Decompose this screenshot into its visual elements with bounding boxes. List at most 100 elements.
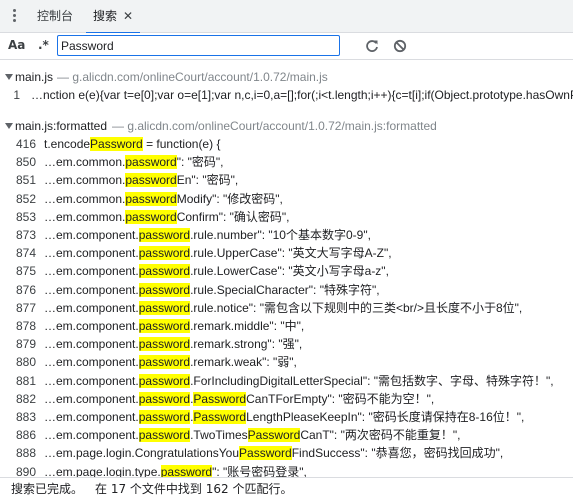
- match-code: t.encodePassword = function(e) {: [44, 135, 220, 153]
- result-match-row[interactable]: 886 …em.component.password.TwoTimesPasswo…: [0, 426, 573, 444]
- line-number: 876: [15, 282, 36, 297]
- line-number: 877: [15, 300, 36, 315]
- code-segment: …em.common.: [44, 155, 126, 170]
- line-number: 850: [15, 155, 36, 170]
- code-segment: …em.common.: [44, 191, 126, 206]
- result-match-row[interactable]: 883 …em.component.password.PasswordLength…: [0, 408, 573, 426]
- match-highlight: password: [138, 373, 191, 388]
- match-highlight: password: [138, 228, 191, 242]
- code-segment: …em.page.login.type.: [44, 464, 161, 477]
- line-number: 875: [15, 264, 36, 279]
- line-number: 416: [15, 137, 36, 151]
- result-match-row[interactable]: 851 …em.common.passwordEn": "密码",: [0, 171, 573, 189]
- code-segment: Modify": "修改密码",: [176, 191, 283, 206]
- match-highlight: Password: [193, 391, 247, 406]
- result-match-row[interactable]: 853 …em.common.passwordConfirm": "确认密码",: [0, 208, 573, 226]
- result-match-row[interactable]: 416 t.encodePassword = function(e) {: [0, 135, 573, 153]
- close-icon[interactable]: ✕: [123, 0, 133, 33]
- match-highlight: password: [125, 155, 177, 170]
- code-segment: Confirm": "确认密码",: [176, 209, 290, 224]
- result-match-row[interactable]: 888 …em.page.login.CongratulationsYouPass…: [0, 444, 573, 462]
- code-segment: …em.component.: [44, 373, 139, 388]
- line-number: 1: [13, 88, 20, 102]
- result-match-row[interactable]: 882 …em.component.password.PasswordCanTFo…: [0, 390, 573, 408]
- match-code: …em.component.password.PasswordCanTForEm…: [44, 390, 434, 408]
- expand-triangle-icon[interactable]: [5, 74, 13, 80]
- result-match-row[interactable]: 873 …em.component.password.rule.number": …: [0, 226, 573, 244]
- code-segment: .TwoTimes: [190, 428, 248, 443]
- match-highlight: password: [138, 391, 191, 406]
- match-code: …em.component.password.rule.number": "10…: [44, 226, 371, 244]
- line-number: 851: [15, 173, 36, 188]
- code-segment: .remark.strong": "强",: [190, 337, 303, 352]
- line-number: 873: [15, 228, 36, 242]
- code-segment: …em.component.: [44, 228, 139, 242]
- match-code: …em.component.password.remark.strong": "…: [44, 335, 302, 353]
- result-file-path: — g.alicdn.com/onlineCourt/account/1.0.7…: [57, 70, 328, 84]
- match-code: …em.component.password.remark.middle": "…: [44, 317, 304, 335]
- code-segment: CanTForEmpty": "密码不能为空！",: [246, 391, 435, 406]
- line-number: 853: [15, 209, 36, 224]
- match-highlight: password: [138, 410, 191, 424]
- clear-icon[interactable]: [391, 37, 409, 55]
- match-case-toggle[interactable]: Aa: [8, 38, 25, 52]
- result-file-name: main.js: [15, 70, 54, 84]
- search-input[interactable]: [57, 35, 340, 56]
- tab-search-label: 搜索: [93, 9, 118, 23]
- code-segment: …em.page.login.CongratulationsYou: [44, 446, 240, 461]
- match-highlight: password: [138, 246, 191, 261]
- line-number: 890: [15, 464, 36, 477]
- result-match-row[interactable]: 879 …em.component.password.remark.strong"…: [0, 335, 573, 353]
- code-segment: …em.component.: [44, 428, 139, 443]
- result-match-row[interactable]: 881 …em.component.password.ForIncludingDi…: [0, 372, 573, 390]
- kebab-menu-icon[interactable]: [6, 7, 22, 25]
- status-summary: 在 17 个文件中找到 162 个匹配行。: [95, 482, 293, 496]
- match-code: …em.component.password.rule.notice": "需包…: [44, 299, 522, 317]
- match-code: …em.component.password.TwoTimesPasswordC…: [44, 426, 460, 444]
- match-highlight: Password: [239, 446, 292, 461]
- code-segment: .remark.middle": "中",: [190, 319, 305, 333]
- tab-console[interactable]: 控制台: [37, 0, 73, 33]
- result-match-row[interactable]: 850 …em.common.password": "密码",: [0, 153, 573, 171]
- match-code: …em.component.password.rule.SpecialChara…: [44, 281, 380, 299]
- line-number: 880: [15, 355, 36, 370]
- result-match-row[interactable]: 876 …em.component.password.rule.SpecialCh…: [0, 281, 573, 299]
- search-toolbar: Aa .*: [0, 33, 573, 60]
- result-match-row[interactable]: 878 …em.component.password.remark.middle"…: [0, 317, 573, 335]
- code-segment: ": "密码",: [176, 155, 224, 170]
- match-code: …nction e(e){var t=e[0];var o=e[1];var n…: [31, 88, 573, 102]
- result-match-row[interactable]: 852 …em.common.passwordModify": "修改密码",: [0, 190, 573, 208]
- code-segment: .rule.UpperCase": "英文大写字母A-Z",: [190, 246, 392, 261]
- line-number: 878: [15, 319, 36, 333]
- code-segment: …em.component.: [44, 264, 139, 279]
- result-match-row[interactable]: 1 …nction e(e){var t=e[0];var o=e[1];var…: [0, 86, 573, 104]
- match-highlight: password: [138, 264, 191, 279]
- refresh-icon[interactable]: [363, 37, 381, 55]
- match-highlight: password: [125, 173, 177, 188]
- result-file-path: — g.alicdn.com/onlineCourt/account/1.0.7…: [112, 119, 437, 133]
- line-number: 879: [15, 337, 36, 352]
- code-segment: CanT": "两次密码不能重复！",: [300, 428, 461, 443]
- match-highlight: password: [138, 282, 191, 297]
- result-match-row[interactable]: 875 …em.component.password.rule.LowerCase…: [0, 262, 573, 280]
- expand-triangle-icon[interactable]: [5, 123, 13, 129]
- result-match-row[interactable]: 890 …em.page.login.type.password": "账号密码登…: [0, 463, 573, 477]
- match-code: …em.component.password.PasswordLengthPle…: [44, 408, 524, 426]
- result-match-row[interactable]: 874 …em.component.password.rule.UpperCase…: [0, 244, 573, 262]
- code-segment: …em.component.: [44, 337, 139, 352]
- match-highlight: password: [138, 337, 191, 352]
- code-segment: t.encode: [44, 137, 91, 151]
- tab-search[interactable]: 搜索 ✕: [86, 0, 141, 34]
- code-segment: …em.common.: [44, 209, 126, 224]
- regex-toggle[interactable]: .*: [38, 38, 49, 52]
- result-match-row[interactable]: 877 …em.component.password.rule.notice": …: [0, 299, 573, 317]
- code-segment: …em.component.: [44, 319, 139, 333]
- code-segment: .ForIncludingDigitalLetterSpecial": "需包括…: [190, 373, 554, 388]
- code-segment: FindSuccess": "恭喜您，密码找回成功",: [291, 446, 504, 461]
- match-highlight: Password: [193, 410, 247, 424]
- line-number: 888: [15, 446, 36, 461]
- code-segment: …em.component.: [44, 410, 139, 424]
- result-file-name: main.js:formatted: [15, 119, 108, 133]
- result-match-row[interactable]: 880 …em.component.password.remark.weak": …: [0, 353, 573, 371]
- match-code: …em.common.password": "密码",: [44, 153, 224, 171]
